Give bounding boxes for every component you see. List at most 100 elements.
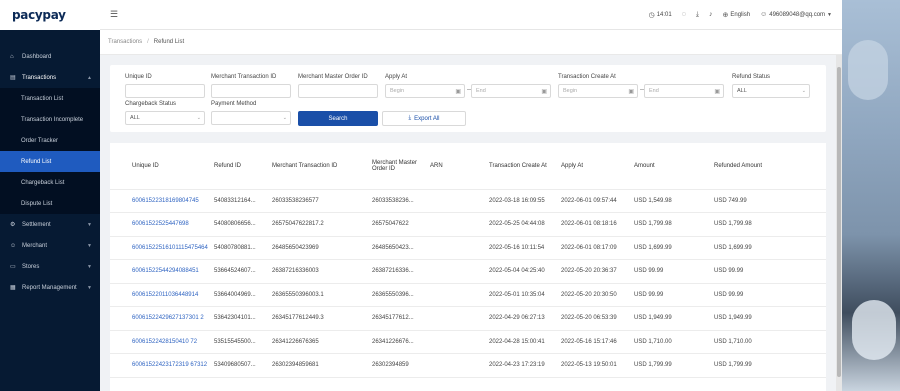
table-cell: 26575047622 [368, 212, 426, 237]
export-all-button[interactable]: ⤓ Export All [382, 111, 466, 126]
bell-icon[interactable]: ♪ [709, 11, 713, 18]
table-row[interactable]: 60061522525447698 54080806656... 265750476… [110, 212, 826, 237]
table-row[interactable]: 60061522423172319 67312 53409680507... 263… [110, 353, 826, 378]
filter-panel: Unique ID Merchant Transaction ID Mercha… [110, 65, 826, 132]
sidebar-subitem-transaction-incomplete[interactable]: Transaction Incomplete [0, 109, 100, 130]
calendar-icon: ▣ [541, 88, 547, 95]
column-header: ARN [426, 143, 485, 190]
table-row[interactable]: 60061522428150410 72 53515545500... 263412… [110, 330, 826, 354]
sidebar-subitem-refund-list[interactable]: Refund List [0, 151, 100, 172]
column-header: Amount [630, 143, 710, 190]
app-logo[interactable]: pacypay [12, 8, 66, 22]
create-at-begin-input[interactable]: Begin ▣ [558, 84, 638, 98]
unique-id-link[interactable]: 60061522516101115475464 [110, 236, 210, 260]
table-cell [426, 236, 485, 260]
sidebar-subitem-chargeback-list[interactable]: Chargeback List [0, 172, 100, 193]
create-begin-placeholder: Begin [563, 88, 578, 94]
create-at-end-input[interactable]: End ▣ [644, 84, 724, 98]
table-cell: USD 1,799.99 [630, 353, 710, 378]
table-cell: 26387216336003 [268, 259, 368, 284]
document-icon: ▤ [10, 75, 16, 81]
unique-id-link[interactable]: 60061522428150410 72 [110, 330, 210, 354]
payment-method-select[interactable]: ⌄ [211, 111, 291, 125]
calendar-icon: ▣ [455, 88, 461, 95]
table-cell: 2022-05-13 19:50:01 [557, 353, 630, 378]
table-row[interactable]: 60061522429627137301 2 53642304101... 2634… [110, 306, 826, 331]
sidebar-subitem-dispute-list[interactable]: Dispute List [0, 193, 100, 214]
top-header: ☰ ◷ 14:01 ◌ ⤓ ♪ ⊕ English ☺ 496089048@qq… [100, 0, 842, 30]
unique-id-link[interactable]: 60061522423172319 67312 [110, 353, 210, 378]
store-icon: ▭ [10, 264, 16, 270]
table-cell: 54080806656... [210, 212, 268, 237]
table-cell: USD 1,949.99 [710, 306, 826, 331]
merchant-master-order-id-label: Merchant Master Order ID [298, 74, 368, 80]
sidebar-item-settlement[interactable]: ⚙ Settlement ▼ [0, 214, 100, 235]
refund-table-panel: Unique ID Refund ID Merchant Transaction… [110, 143, 826, 391]
table-cell: 26485650423969 [268, 236, 368, 260]
breadcrumb: Transactions / Refund List [100, 30, 842, 55]
sidebar-item-dashboard[interactable]: ⌂ Dashboard [0, 46, 100, 67]
chevron-down-icon: ▼ [87, 263, 92, 270]
refund-status-value: ALL [737, 88, 747, 94]
download-icon[interactable]: ⤓ [696, 11, 699, 19]
unique-id-link[interactable]: 60061522011036448914 [110, 283, 210, 307]
table-cell: 2022-04-23 17:23:19 [485, 353, 557, 378]
table-cell [426, 189, 485, 213]
table-cell: 26302394859 [368, 353, 426, 378]
scrollbar-thumb[interactable] [837, 67, 841, 377]
unique-id-link[interactable]: 60061522318169804745 [110, 189, 210, 213]
table-cell: 2022-05-25 04:44:08 [485, 212, 557, 237]
table-cell: 26575047622817.2 [268, 212, 368, 237]
merchant-master-order-id-input[interactable] [298, 84, 378, 98]
table-cell: USD 1,710.00 [630, 330, 710, 354]
sidebar-item-stores[interactable]: ▭ Stores ▼ [0, 256, 100, 277]
message-icon[interactable]: ◌ [682, 11, 686, 18]
table-cell: 2022-03-18 16:09:55 [485, 189, 557, 213]
table-cell: 54083312164... [210, 189, 268, 213]
table-cell: USD 1,949.99 [630, 306, 710, 331]
merchant-icon: ☺ [10, 242, 17, 249]
table-row[interactable]: 60061522516101115475464 54080780881... 264… [110, 236, 826, 260]
breadcrumb-parent[interactable]: Transactions [108, 39, 142, 45]
search-button[interactable]: Search [298, 111, 378, 126]
table-cell: 26302394859681 [268, 353, 368, 378]
unique-id-input[interactable] [125, 84, 205, 98]
apply-at-end-input[interactable]: End ▣ [471, 84, 551, 98]
clock: ◷ 14:01 [649, 11, 672, 19]
chevron-down-icon: ⌄ [282, 115, 287, 121]
table-cell: USD 99.99 [710, 259, 826, 284]
sidebar-item-label: Dashboard [22, 53, 52, 60]
language-selector[interactable]: ⊕ English [723, 11, 751, 19]
table-row[interactable]: 60061522318169804745 54083312164... 260335… [110, 189, 826, 213]
chargeback-status-select[interactable]: ALL ⌄ [125, 111, 205, 125]
unique-id-link[interactable]: 60061522525447698 [110, 212, 210, 237]
menu-toggle-icon[interactable]: ☰ [110, 9, 118, 20]
table-cell: USD 1,710.00 [710, 330, 826, 354]
column-header: Refunded Amount [710, 143, 826, 190]
refund-table: Unique ID Refund ID Merchant Transaction… [110, 143, 826, 378]
table-cell: USD 1,799.98 [630, 212, 710, 237]
merchant-transaction-id-input[interactable] [211, 84, 291, 98]
table-header-row: Unique ID Refund ID Merchant Transaction… [110, 143, 826, 190]
user-menu[interactable]: ☺ 496089048@qq.com ▼ [760, 11, 832, 18]
clock-icon: ◷ [648, 11, 655, 19]
table-cell [426, 353, 485, 378]
unique-id-link[interactable]: 60061522544294088451 [110, 259, 210, 284]
export-icon: ⤓ [408, 115, 412, 121]
refund-status-select[interactable]: ALL ⌄ [732, 84, 810, 98]
chevron-down-icon: ▼ [87, 221, 92, 228]
sidebar-item-report-management[interactable]: ▦ Report Management ▼ [0, 277, 100, 298]
table-row[interactable]: 60061522544294088451 53664524607... 263872… [110, 259, 826, 284]
refund-status-label: Refund Status [732, 74, 771, 80]
table-cell [426, 259, 485, 284]
sidebar-item-transactions[interactable]: ▤ Transactions ▲ [0, 67, 100, 88]
apply-at-begin-input[interactable]: Begin ▣ [385, 84, 465, 98]
sidebar-subitem-order-tracker[interactable]: Order Tracker [0, 130, 100, 151]
breadcrumb-separator: / [147, 39, 149, 45]
table-cell: 26365550396... [368, 283, 426, 307]
sidebar-item-merchant[interactable]: ☺ Merchant ▼ [0, 235, 100, 256]
unique-id-link[interactable]: 60061522429627137301 2 [110, 306, 210, 331]
table-row[interactable]: 60061522011036448914 53664004969... 263655… [110, 283, 826, 307]
sidebar-item-label: Transactions [22, 74, 57, 81]
sidebar-subitem-transaction-list[interactable]: Transaction List [0, 88, 100, 109]
